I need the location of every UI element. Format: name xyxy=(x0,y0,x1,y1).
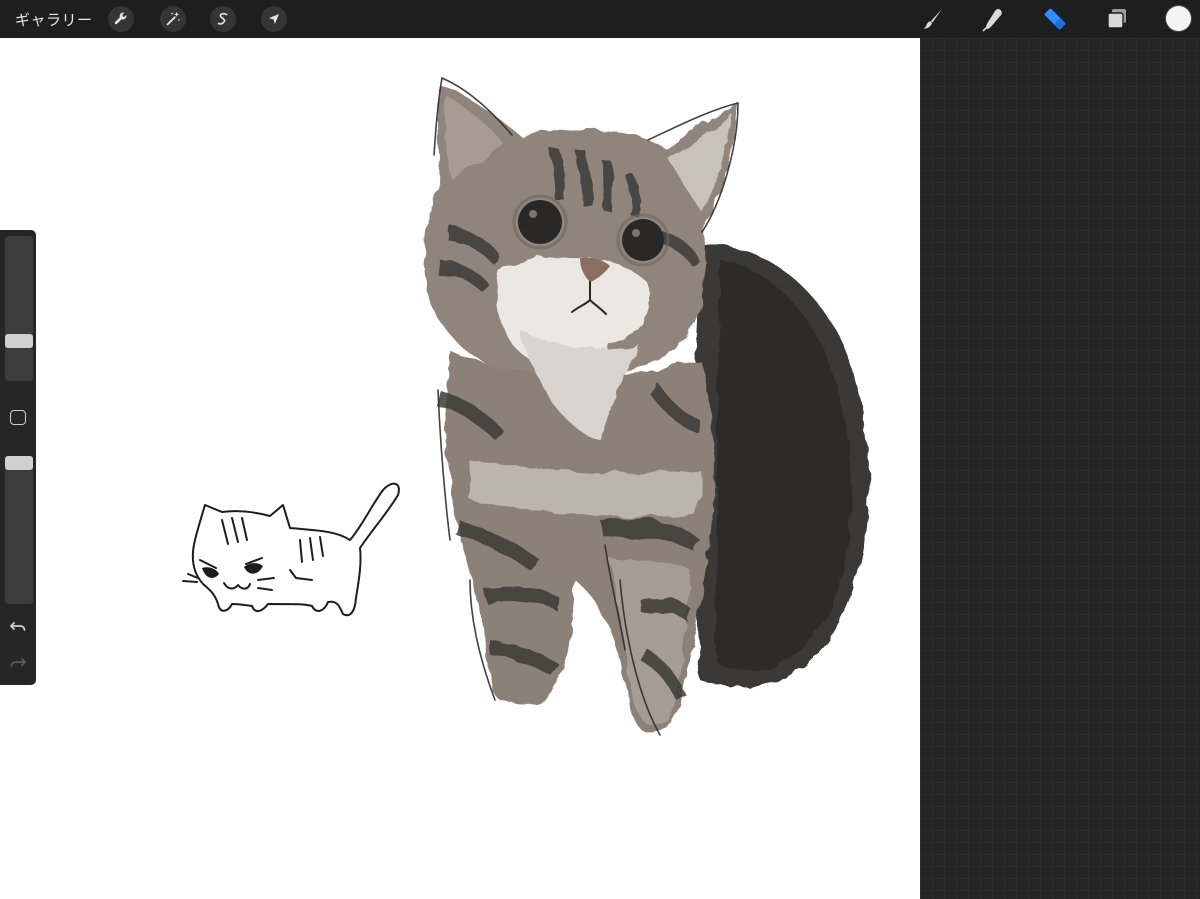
wrench-icon xyxy=(114,12,127,25)
brush-size-slider[interactable] xyxy=(5,236,33,381)
layers-button[interactable] xyxy=(1102,4,1132,34)
top-toolbar: ギャラリー xyxy=(0,0,1200,38)
brush-size-thumb[interactable] xyxy=(5,334,33,348)
eraser-tool-button[interactable] xyxy=(1040,4,1070,34)
brush-opacity-slider[interactable] xyxy=(5,456,33,604)
brush-tool-button[interactable] xyxy=(918,4,948,34)
redo-icon[interactable] xyxy=(8,652,28,672)
drawing-canvas[interactable] xyxy=(0,38,920,899)
undo-icon[interactable] xyxy=(8,616,28,636)
selection-button[interactable] xyxy=(210,6,236,32)
selection-s-icon xyxy=(217,12,228,25)
procreate-app: ギャラリー xyxy=(0,0,1200,899)
outside-canvas-area xyxy=(920,38,1200,899)
canvas-artwork xyxy=(182,76,869,736)
line-drawing-small-cat xyxy=(182,482,400,617)
brush-opacity-thumb[interactable] xyxy=(5,456,33,470)
actions-button[interactable] xyxy=(108,6,134,32)
adjustments-button[interactable] xyxy=(160,6,186,32)
brush-icon xyxy=(923,9,942,29)
smudge-finger-icon xyxy=(982,8,1002,32)
arrow-cursor-icon xyxy=(269,14,279,24)
magic-wand-icon xyxy=(166,11,180,26)
transform-button[interactable] xyxy=(261,6,287,32)
gallery-button[interactable]: ギャラリー xyxy=(15,9,93,30)
color-picker-button[interactable] xyxy=(1166,6,1191,31)
smudge-tool-button[interactable] xyxy=(978,4,1008,34)
left-sidebar xyxy=(0,230,36,685)
painted-tabby-cat xyxy=(423,76,869,736)
eraser-icon xyxy=(1044,8,1066,30)
square-icon[interactable] xyxy=(10,410,26,425)
layers-icon xyxy=(1107,9,1126,29)
